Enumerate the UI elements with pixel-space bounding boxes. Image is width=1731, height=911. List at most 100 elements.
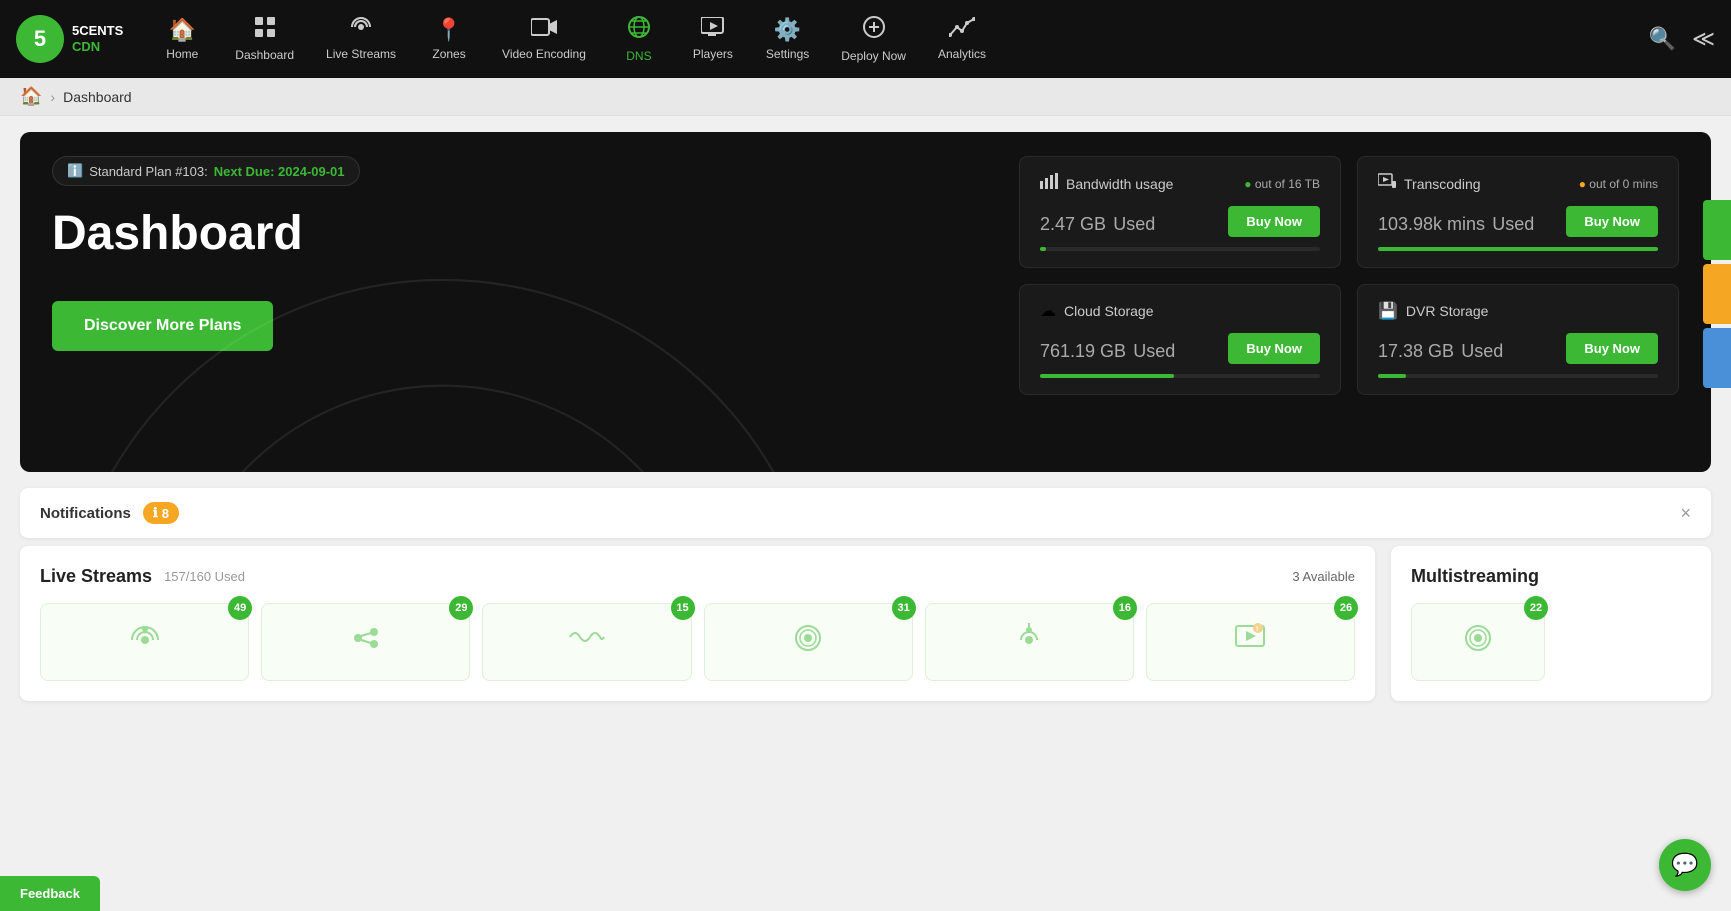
cloud-storage-buy-button[interactable]: Buy Now	[1228, 333, 1320, 364]
dvr-storage-value-row: 17.38 GB Used Buy Now	[1378, 333, 1658, 364]
home-icon: 🏠	[169, 17, 196, 43]
nav-dns[interactable]: DNS	[604, 7, 674, 71]
stream-badge-6: 26	[1334, 596, 1358, 620]
navbar: 5 5CENTSCDN 🏠 Home Dashboard Liv	[0, 0, 1731, 78]
bandwidth-buy-button[interactable]: Buy Now	[1228, 206, 1320, 237]
transcoding-header: Transcoding ● out of 0 mins	[1378, 173, 1658, 194]
notifications-count: 8	[162, 506, 169, 521]
stream-item-1[interactable]: 49	[40, 603, 249, 681]
nav-video-encoding[interactable]: Video Encoding	[488, 9, 600, 69]
stream-item-5[interactable]: 16	[925, 603, 1134, 681]
dvr-storage-card: 💾 DVR Storage 17.38 GB Used Buy Now	[1357, 284, 1679, 395]
stream-badge-4: 31	[892, 596, 916, 620]
stream-icon-2	[348, 620, 384, 664]
logo[interactable]: 5 5CENTSCDN	[16, 15, 123, 63]
search-icon[interactable]: 🔍	[1649, 26, 1676, 52]
stream-item-4[interactable]: 31	[704, 603, 913, 681]
logo-number: 5	[34, 26, 46, 52]
cloud-storage-card: ☁ Cloud Storage 761.19 GB Used Buy Now	[1019, 284, 1341, 395]
nav-players-label: Players	[693, 47, 733, 61]
dvr-storage-title: DVR Storage	[1406, 303, 1488, 319]
bandwidth-value-row: 2.47 GB Used Buy Now	[1040, 206, 1320, 237]
cloud-storage-value-row: 761.19 GB Used Buy Now	[1040, 333, 1320, 364]
live-streams-header: Live Streams 157/160 Used 3 Available	[40, 566, 1355, 587]
dvr-storage-header: 💾 DVR Storage	[1378, 301, 1658, 321]
notifications-close-button[interactable]: ×	[1680, 503, 1691, 524]
stream-item-3[interactable]: 15	[482, 603, 691, 681]
nav-zones-label: Zones	[432, 47, 465, 61]
stream-item-6[interactable]: 26 !	[1146, 603, 1355, 681]
live-streams-card: Live Streams 157/160 Used 3 Available 49…	[20, 546, 1375, 701]
notifications-section: Notifications ℹ 8 ×	[20, 488, 1711, 538]
deploy-now-icon	[862, 15, 886, 45]
cloud-storage-bar-fill	[1040, 374, 1174, 378]
chat-widget[interactable]: 💬	[1659, 839, 1711, 891]
transcoding-limit: ● out of 0 mins	[1579, 177, 1658, 191]
right-tab-2[interactable]	[1703, 264, 1731, 324]
stream-badge-1: 49	[228, 596, 252, 620]
right-tabs	[1703, 200, 1731, 388]
next-due: Next Due: 2024-09-01	[214, 164, 345, 179]
dashboard-icon	[254, 16, 276, 44]
stream-badge-3: 15	[671, 596, 695, 620]
bandwidth-bar	[1040, 247, 1320, 251]
nav-analytics-label: Analytics	[938, 47, 986, 61]
nav-players[interactable]: Players	[678, 9, 748, 69]
cloud-storage-bar	[1040, 374, 1320, 378]
nav-deploy-now[interactable]: Deploy Now	[827, 7, 920, 71]
cloud-storage-header: ☁ Cloud Storage	[1040, 301, 1320, 321]
stream-item-2[interactable]: 29	[261, 603, 470, 681]
hero-section: ℹ️ Standard Plan #103: Next Due: 2024-09…	[20, 132, 1711, 472]
multistreaming-header: Multistreaming	[1411, 566, 1691, 587]
discover-plans-button[interactable]: Discover More Plans	[52, 301, 273, 351]
stream-icon-5	[1011, 620, 1047, 664]
bandwidth-bar-fill	[1040, 247, 1046, 251]
nav-zones[interactable]: 📍 Zones	[414, 9, 484, 69]
stream-badge-2: 29	[449, 596, 473, 620]
right-tab-1[interactable]	[1703, 200, 1731, 260]
nav-settings[interactable]: ⚙️ Settings	[752, 9, 823, 69]
nav-home[interactable]: 🏠 Home	[147, 9, 217, 69]
nav-video-encoding-label: Video Encoding	[502, 47, 586, 61]
feedback-button[interactable]: Feedback	[0, 876, 100, 911]
stream-badge-5: 16	[1113, 596, 1137, 620]
live-streams-available: 3 Available	[1292, 569, 1355, 584]
multistream-icon-1	[1460, 620, 1496, 664]
bandwidth-title: Bandwidth usage	[1066, 176, 1173, 192]
breadcrumb-home-icon[interactable]: 🏠	[20, 86, 42, 107]
nav-live-streams[interactable]: Live Streams	[312, 9, 410, 69]
logo-text: 5CENTSCDN	[72, 23, 123, 54]
live-streams-grid: 49 29	[40, 603, 1355, 681]
nav-right: 🔍 ≪	[1649, 26, 1715, 52]
collapse-icon[interactable]: ≪	[1692, 26, 1715, 52]
dvr-storage-value: 17.38 GB Used	[1378, 333, 1503, 364]
info-icon: ℹ️	[67, 163, 83, 179]
multistreaming-grid: 22	[1411, 603, 1691, 681]
notifications-label: Notifications	[40, 505, 131, 522]
transcoding-buy-button[interactable]: Buy Now	[1566, 206, 1658, 237]
breadcrumb-separator: ›	[50, 89, 55, 105]
multistreaming-title: Multistreaming	[1411, 566, 1539, 587]
nav-analytics[interactable]: Analytics	[924, 9, 1000, 69]
stream-icon-6: !	[1232, 620, 1268, 664]
live-streams-icon	[349, 17, 373, 43]
nav-dashboard[interactable]: Dashboard	[221, 8, 308, 70]
multistream-item-1[interactable]: 22	[1411, 603, 1545, 681]
nav-live-streams-label: Live Streams	[326, 47, 396, 61]
notifications-badge: ℹ 8	[143, 502, 179, 524]
dvr-storage-buy-button[interactable]: Buy Now	[1566, 333, 1658, 364]
nav-dashboard-label: Dashboard	[235, 48, 294, 62]
stream-icon-4	[790, 620, 826, 664]
transcoding-value-row: 103.98k mins Used Buy Now	[1378, 206, 1658, 237]
right-tab-3[interactable]	[1703, 328, 1731, 388]
transcoding-bar	[1378, 247, 1658, 251]
cloud-storage-icon: ☁	[1040, 301, 1056, 321]
notifications-badge-icon: ℹ	[153, 505, 158, 521]
svg-text:!: !	[1256, 626, 1258, 633]
multistreaming-card: Multistreaming 22	[1391, 546, 1711, 701]
settings-icon: ⚙️	[774, 17, 801, 43]
zones-icon: 📍	[435, 17, 462, 43]
chat-icon: 💬	[1671, 852, 1698, 878]
analytics-icon	[949, 17, 975, 43]
breadcrumb: 🏠 › Dashboard	[0, 78, 1731, 116]
